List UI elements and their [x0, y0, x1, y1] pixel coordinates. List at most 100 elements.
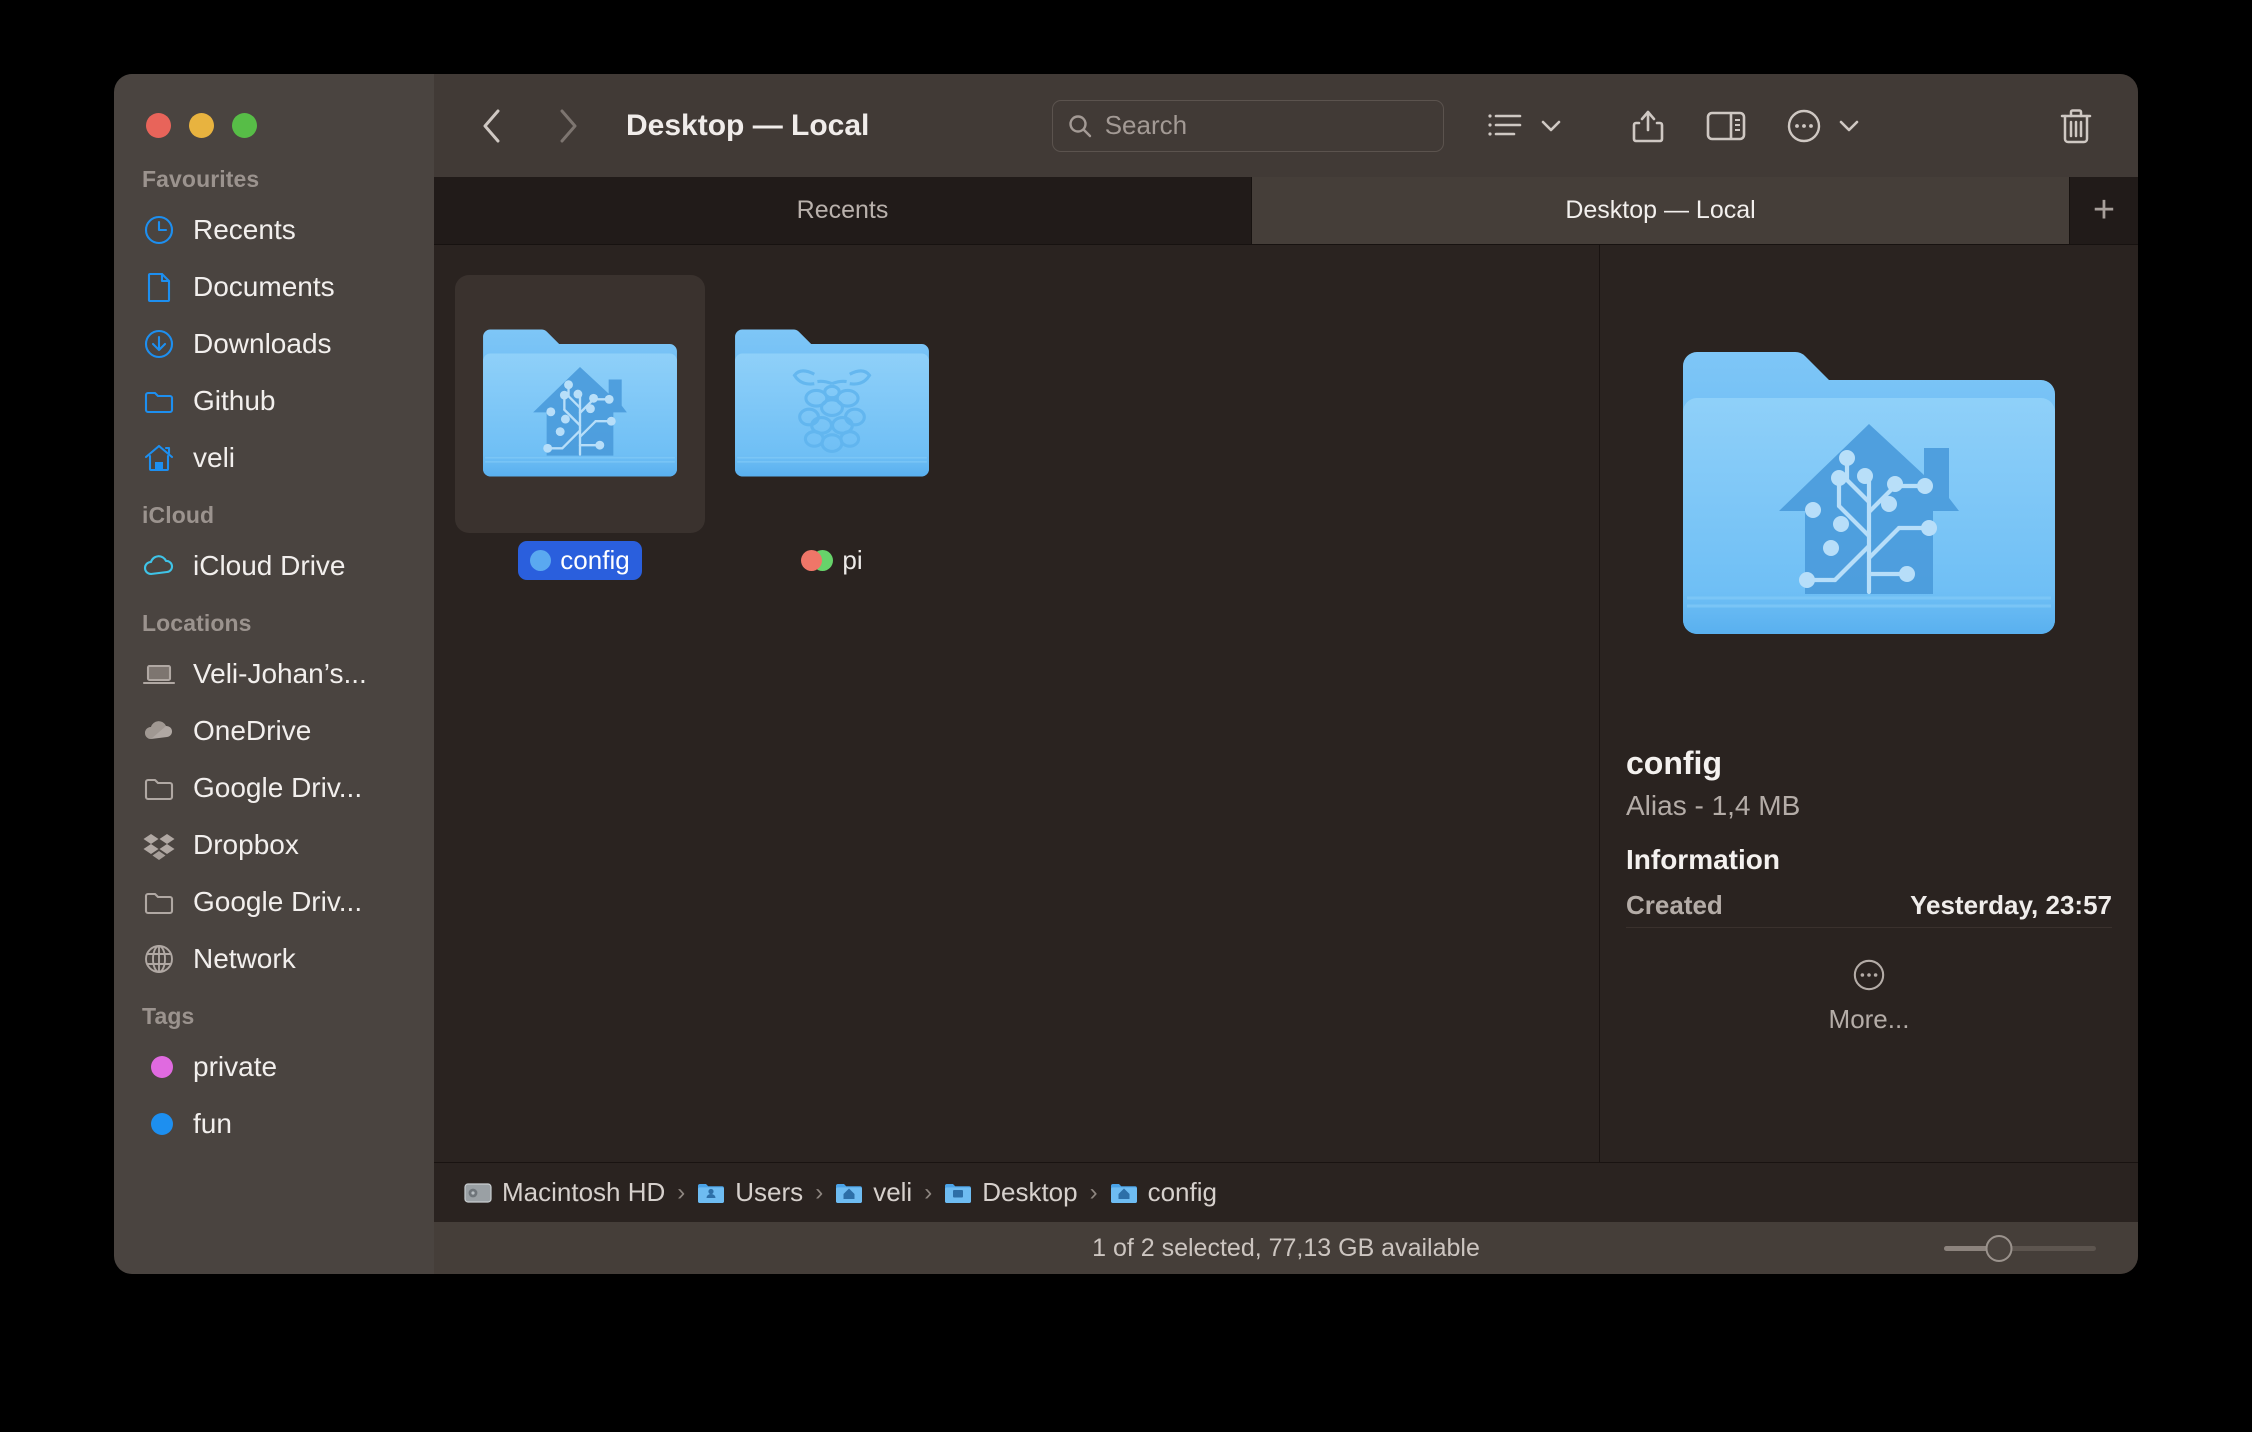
sidebar-item-veli-johan-s[interactable]: Veli-Johan’s...: [114, 645, 434, 702]
sidebar-item-fun[interactable]: fun: [114, 1095, 434, 1152]
sidebar-item-documents[interactable]: Documents: [114, 258, 434, 315]
forward-button[interactable]: [544, 102, 592, 150]
breadcrumb-separator: ›: [677, 1178, 686, 1206]
main-area: Desktop — Local Search Recents Desktop —…: [434, 74, 2138, 1274]
file-name-text: config: [560, 545, 630, 575]
breadcrumb-item-macintosh-hd[interactable]: Macintosh HD: [464, 1177, 665, 1208]
sidebar-section-icloud: iCloud: [142, 502, 215, 528]
tab-recents[interactable]: Recents: [434, 177, 1252, 244]
file-label[interactable]: config: [518, 541, 642, 580]
search-field[interactable]: Search: [1051, 99, 1444, 152]
cloud-filled-icon: [142, 714, 176, 748]
more-menu[interactable]: [1776, 101, 1866, 151]
breadcrumb-label: Macintosh HD: [502, 1177, 666, 1207]
window-title: Desktop — Local: [626, 108, 870, 142]
home-folder-icon: [835, 1180, 863, 1206]
breadcrumb-item-veli[interactable]: veli: [835, 1177, 912, 1208]
tab-desktop-local[interactable]: Desktop — Local: [1252, 177, 2070, 244]
breadcrumb-label: Desktop: [982, 1177, 1078, 1207]
sidebar-item-google-driv[interactable]: Google Driv...: [114, 759, 434, 816]
sidebar-item-icloud-drive[interactable]: iCloud Drive: [114, 537, 434, 594]
breadcrumb-item-config[interactable]: config: [1110, 1177, 1217, 1208]
home-assistant-folder-icon[interactable]: [455, 275, 705, 533]
preview-more-label: More...: [1828, 1004, 1910, 1034]
maximize-button[interactable]: [232, 112, 257, 138]
sidebar-item-veli[interactable]: veli: [114, 429, 434, 486]
preview-more-button[interactable]: More...: [1626, 958, 2112, 1035]
home-assistant-folder-icon: [1683, 351, 2055, 634]
sidebar-item-label: fun: [193, 1107, 232, 1139]
close-button[interactable]: [146, 112, 171, 138]
sidebar-item-private[interactable]: private: [114, 1038, 434, 1095]
share-icon: [1632, 110, 1663, 142]
sidebar-item-label: Network: [193, 942, 296, 974]
sidebar-section-tags: Tags: [142, 1003, 195, 1029]
breadcrumb-label: config: [1147, 1177, 1217, 1207]
sidebar-item-recents[interactable]: Recents: [114, 201, 434, 258]
breadcrumb-label: veli: [873, 1177, 913, 1207]
back-button[interactable]: [468, 102, 516, 150]
preview-section-title: Information: [1626, 844, 1780, 875]
toolbar: Desktop — Local Search: [434, 74, 2138, 177]
file-item-config[interactable]: config: [454, 269, 706, 580]
file-label[interactable]: pi: [789, 541, 874, 580]
status-text: 1 of 2 selected, 77,13 GB available: [1092, 1233, 1480, 1262]
download-circle-icon: [142, 327, 176, 361]
slider-knob[interactable]: [1985, 1234, 2013, 1262]
chevron-down-icon[interactable]: [1534, 101, 1568, 151]
preview-file-icon: [1600, 245, 2138, 745]
desktop-folder-icon: [944, 1180, 972, 1206]
ellipsis-circle-icon: [1853, 959, 1885, 991]
preview-panel: config Alias - 1,4 MB Information Create…: [1600, 245, 2138, 1162]
document-icon: [142, 270, 176, 304]
file-grid[interactable]: config pi: [434, 245, 1600, 1162]
list-view-icon[interactable]: [1478, 101, 1534, 151]
minimize-button[interactable]: [189, 112, 214, 138]
folder-icon: [142, 885, 176, 919]
traffic-lights: [114, 86, 434, 150]
breadcrumb-label: Users: [735, 1177, 804, 1207]
sidebar-item-github[interactable]: Github: [114, 372, 434, 429]
view-options[interactable]: [1478, 101, 1568, 151]
file-tag-dots: [801, 550, 834, 571]
cloud-icon: [142, 549, 176, 583]
trash-icon: [2060, 108, 2092, 143]
sidebar-item-label: Veli-Johan’s...: [193, 657, 367, 689]
sidebar-item-network[interactable]: Network: [114, 930, 434, 987]
sidebar-item-dropbox[interactable]: Dropbox: [114, 816, 434, 873]
sidebar: Favourites Recents Documents Downloads Githu…: [114, 74, 434, 1274]
inspector-toggle-button[interactable]: [1698, 101, 1754, 151]
sidebar-item-google-driv[interactable]: Google Driv...: [114, 873, 434, 930]
tag-dot-icon: [142, 1107, 176, 1141]
sidebar-item-label: Downloads: [193, 327, 332, 359]
chevron-down-icon[interactable]: [1832, 101, 1866, 151]
sidebar-item-downloads[interactable]: Downloads: [114, 315, 434, 372]
preview-row-value: Yesterday, 23:57: [1910, 890, 2112, 920]
icon-size-slider[interactable]: [1944, 1234, 2096, 1262]
search-icon: [1068, 114, 1091, 137]
clock-icon: [142, 213, 176, 247]
sidebar-section-locations: Locations: [142, 610, 252, 636]
ellipsis-circle-icon[interactable]: [1776, 101, 1832, 151]
globe-icon: [142, 942, 176, 976]
search-input[interactable]: Search: [1105, 110, 1187, 141]
sidebar-item-label: veli: [193, 441, 236, 473]
sidebar-item-onedrive[interactable]: OneDrive: [114, 702, 434, 759]
folder-icon: [142, 771, 176, 805]
sidebar-item-label: Google Driv...: [193, 771, 363, 803]
preview-row-created: Created Yesterday, 23:57: [1626, 890, 2112, 928]
sidebar-section-favourites: Favourites: [142, 166, 260, 192]
tag-color-dot: [150, 1112, 173, 1135]
share-button[interactable]: [1620, 101, 1676, 151]
breadcrumb-item-desktop[interactable]: Desktop: [944, 1177, 1078, 1208]
breadcrumb-item-users[interactable]: Users: [697, 1177, 803, 1208]
path-bar[interactable]: Macintosh HD › Users › veli › Desktop › conf…: [434, 1162, 2138, 1222]
trash-button[interactable]: [2048, 101, 2104, 151]
new-tab-button[interactable]: +: [2070, 177, 2138, 244]
sidebar-item-label: Documents: [193, 270, 335, 302]
laptop-icon: [142, 657, 176, 691]
raspberry-pi-folder-icon[interactable]: [707, 275, 957, 533]
file-item-pi[interactable]: pi: [706, 269, 958, 580]
preview-name: config: [1626, 745, 1722, 781]
finder-window: Favourites Recents Documents Downloads Githu…: [114, 74, 2138, 1274]
